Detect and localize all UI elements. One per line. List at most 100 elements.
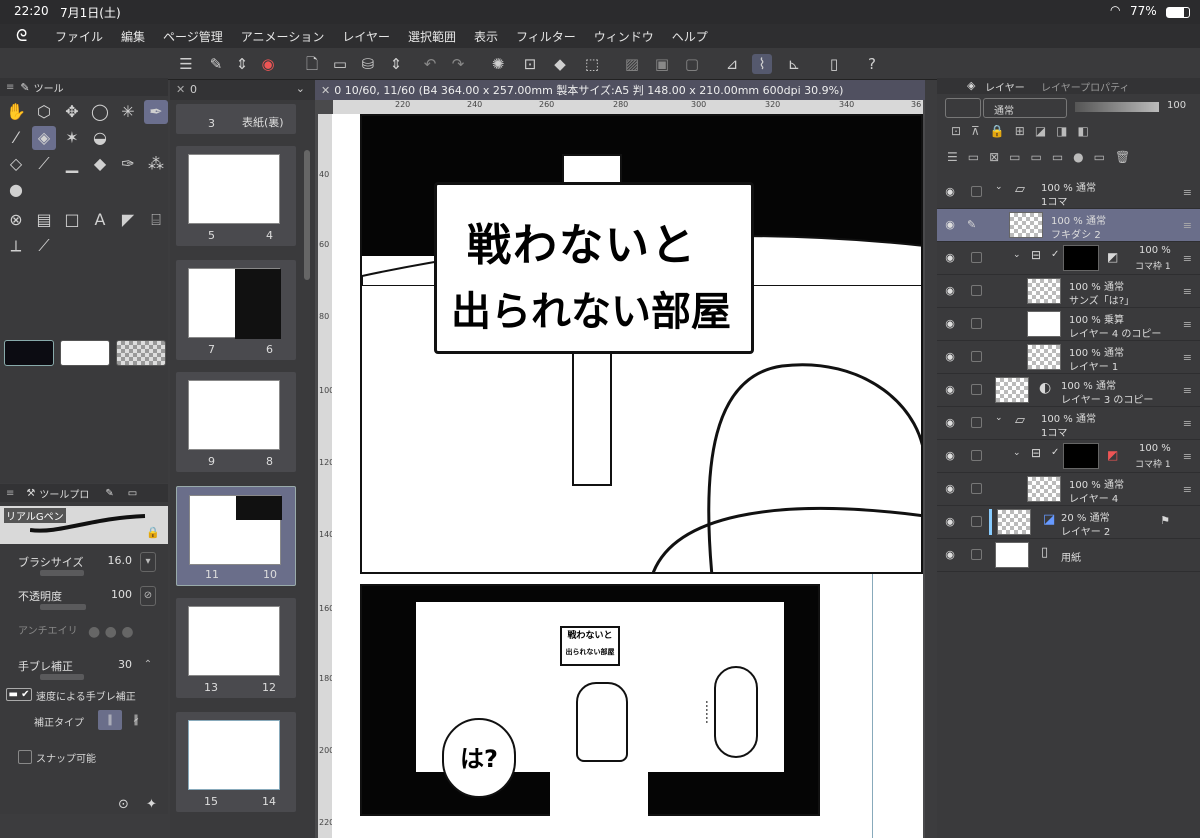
- layer-row[interactable]: ◉ ▯ 用紙: [937, 539, 1200, 572]
- layer-menu-icon[interactable]: ≡: [1183, 252, 1192, 265]
- subtool-tab-icon[interactable]: ▭: [128, 488, 137, 499]
- folder-expand-icon[interactable]: ⌄: [1013, 448, 1021, 458]
- menu-filter[interactable]: フィルター: [507, 28, 585, 45]
- page-thumb-selected[interactable]: 11 10: [176, 486, 296, 586]
- spark-icon[interactable]: ✶: [60, 126, 84, 150]
- pattern-icon[interactable]: ⊗: [4, 208, 28, 232]
- line-icon[interactable]: ⟋: [32, 234, 56, 258]
- stab-type-1-icon[interactable]: ∥: [98, 710, 122, 730]
- main-color-swatch[interactable]: [4, 340, 54, 366]
- canvas-close-icon[interactable]: ✕: [321, 84, 330, 97]
- tool-tab[interactable]: ツール: [34, 80, 64, 95]
- layer-checkbox[interactable]: [971, 285, 982, 296]
- chevron-updown-icon-2[interactable]: ⇕: [386, 54, 406, 74]
- visibility-eye-icon[interactable]: ◉: [943, 284, 957, 298]
- layer-checkbox[interactable]: [971, 417, 982, 428]
- visibility-eye-icon[interactable]: ◉: [943, 218, 957, 232]
- settings-icon[interactable]: ✦: [146, 797, 157, 812]
- stabilization-slider[interactable]: [40, 674, 84, 680]
- layer-checkbox[interactable]: [971, 351, 982, 362]
- app-logo-icon[interactable]: ᘓ: [0, 26, 46, 46]
- layer-row[interactable]: ◉ ⌄ ⊟ ✓ ◩ 100 % コマ枠 1 ≡: [937, 242, 1200, 275]
- layer-menu-icon[interactable]: ≡: [1183, 483, 1192, 496]
- layer-tab[interactable]: レイヤー: [985, 79, 1025, 94]
- layer-checkbox[interactable]: [971, 186, 982, 197]
- page-thumb[interactable]: 15 14: [176, 712, 296, 812]
- pencil-icon[interactable]: ⟋: [32, 152, 56, 176]
- layer-checkbox[interactable]: [971, 318, 982, 329]
- new-file-icon[interactable]: 🗋: [302, 54, 322, 74]
- visibility-eye-icon[interactable]: ◉: [943, 185, 957, 199]
- visibility-eye-icon[interactable]: ◉: [943, 515, 957, 529]
- layer-row[interactable]: ◉ ⌄ ▱ 100 % 通常 1コマ ≡: [937, 407, 1200, 440]
- visibility-eye-icon[interactable]: ◉: [943, 482, 957, 496]
- layer-checkbox[interactable]: [971, 384, 982, 395]
- layer-checkbox[interactable]: [971, 450, 982, 461]
- layer-row[interactable]: ◉ 100 % 乗算 レイヤー 4 のコピー ≡: [937, 308, 1200, 341]
- layer-row[interactable]: ◉ ⌄ ⊟ ✓ ◩ 100 % コマ枠 1 ≡: [937, 440, 1200, 473]
- gradient-icon[interactable]: ▤: [32, 208, 56, 232]
- opacity-slider[interactable]: [40, 604, 86, 610]
- menu-layer[interactable]: レイヤー: [333, 28, 399, 45]
- menu-file[interactable]: ファイル: [46, 28, 112, 45]
- pen-icon[interactable]: ✒: [144, 100, 168, 124]
- layer-checkbox[interactable]: [971, 516, 982, 527]
- visibility-eye-icon[interactable]: ◉: [943, 317, 957, 331]
- visibility-eye-icon[interactable]: ◉: [943, 251, 957, 265]
- loading-icon[interactable]: ✺: [488, 54, 508, 74]
- fill-icon[interactable]: ◆: [550, 54, 570, 74]
- text-icon[interactable]: A: [88, 208, 112, 232]
- folder-expand-icon[interactable]: ⌄: [995, 413, 1003, 423]
- layer-checkbox[interactable]: [971, 252, 982, 263]
- rectangle-icon[interactable]: □: [60, 208, 84, 232]
- marker-icon[interactable]: ▁: [60, 152, 84, 176]
- bucket-icon[interactable]: ◒: [88, 126, 112, 150]
- page-thumb[interactable]: 3 表紙(裏): [176, 104, 296, 134]
- eraser2-icon[interactable]: ◆: [88, 152, 112, 176]
- transform-icon[interactable]: ⬚: [582, 54, 602, 74]
- selection-icon[interactable]: ▢: [682, 54, 702, 74]
- menu-page[interactable]: ページ管理: [154, 28, 232, 45]
- menu-view[interactable]: 表示: [465, 28, 507, 45]
- page-thumb[interactable]: 5 4: [176, 146, 296, 246]
- object-icon[interactable]: ⬡: [32, 100, 56, 124]
- layer-menu-icon[interactable]: ≡: [1183, 318, 1192, 331]
- folder-expand-icon[interactable]: ⌄: [1013, 250, 1021, 260]
- stab-type-2-icon[interactable]: ∦: [124, 710, 148, 730]
- page-scrollbar[interactable]: [304, 150, 310, 280]
- blend-icon[interactable]: ◈: [32, 126, 56, 150]
- ruler-icon[interactable]: ⌸: [144, 208, 168, 232]
- hamburger-icon[interactable]: ☰: [176, 54, 196, 74]
- brush-size-button[interactable]: ▾: [140, 552, 156, 572]
- lasso-icon[interactable]: ◯: [88, 100, 112, 124]
- layer-row[interactable]: ◉ ◪ 20 % 通常 レイヤー 2 ⚑: [937, 506, 1200, 539]
- layer-checkbox[interactable]: [971, 549, 982, 560]
- reset-icon[interactable]: ⊙: [118, 797, 129, 812]
- page-thumb[interactable]: 9 8: [176, 372, 296, 472]
- layer-toolbar-row1[interactable]: ⊡⊼🔒⊞◪◨◧: [951, 124, 1191, 142]
- eyedropper-icon[interactable]: ⁄: [4, 126, 28, 150]
- save-icon[interactable]: ⛁: [358, 54, 378, 74]
- tool-property-tab[interactable]: ツールプロ: [39, 486, 89, 501]
- lock-icon[interactable]: 🔒: [146, 526, 160, 539]
- help-icon[interactable]: ?: [862, 54, 882, 74]
- brush-size-tab-icon[interactable]: ✎: [105, 488, 113, 499]
- brush-size-value[interactable]: 16.0: [108, 554, 133, 567]
- speed-stab-checkbox[interactable]: ▬ ✔: [6, 688, 32, 701]
- layer-color-button[interactable]: [945, 98, 981, 118]
- menu-window[interactable]: ウィンドウ: [585, 28, 663, 45]
- redo-icon[interactable]: ↷: [448, 54, 468, 74]
- magic-wand-icon[interactable]: ✳: [116, 100, 140, 124]
- visibility-eye-icon[interactable]: ◉: [943, 449, 957, 463]
- layer-menu-icon[interactable]: ≡: [1183, 186, 1192, 199]
- stabilization-value[interactable]: 30: [118, 658, 132, 671]
- page-thumb[interactable]: 13 12: [176, 598, 296, 698]
- layer-row[interactable]: ◉ 100 % 通常 レイヤー 1 ≡: [937, 341, 1200, 374]
- manga-page[interactable]: 戦わないと 出られない部屋 戦わないと出られない部屋 …… は?: [332, 114, 923, 838]
- record-icon[interactable]: ◉: [258, 54, 278, 74]
- undo-icon[interactable]: ↶: [420, 54, 440, 74]
- blend-mode-select[interactable]: 通常: [983, 98, 1067, 118]
- menu-edit[interactable]: 編集: [112, 28, 154, 45]
- layer-property-tab[interactable]: レイヤープロパティ: [1041, 79, 1130, 94]
- deselect-icon[interactable]: ▨: [622, 54, 642, 74]
